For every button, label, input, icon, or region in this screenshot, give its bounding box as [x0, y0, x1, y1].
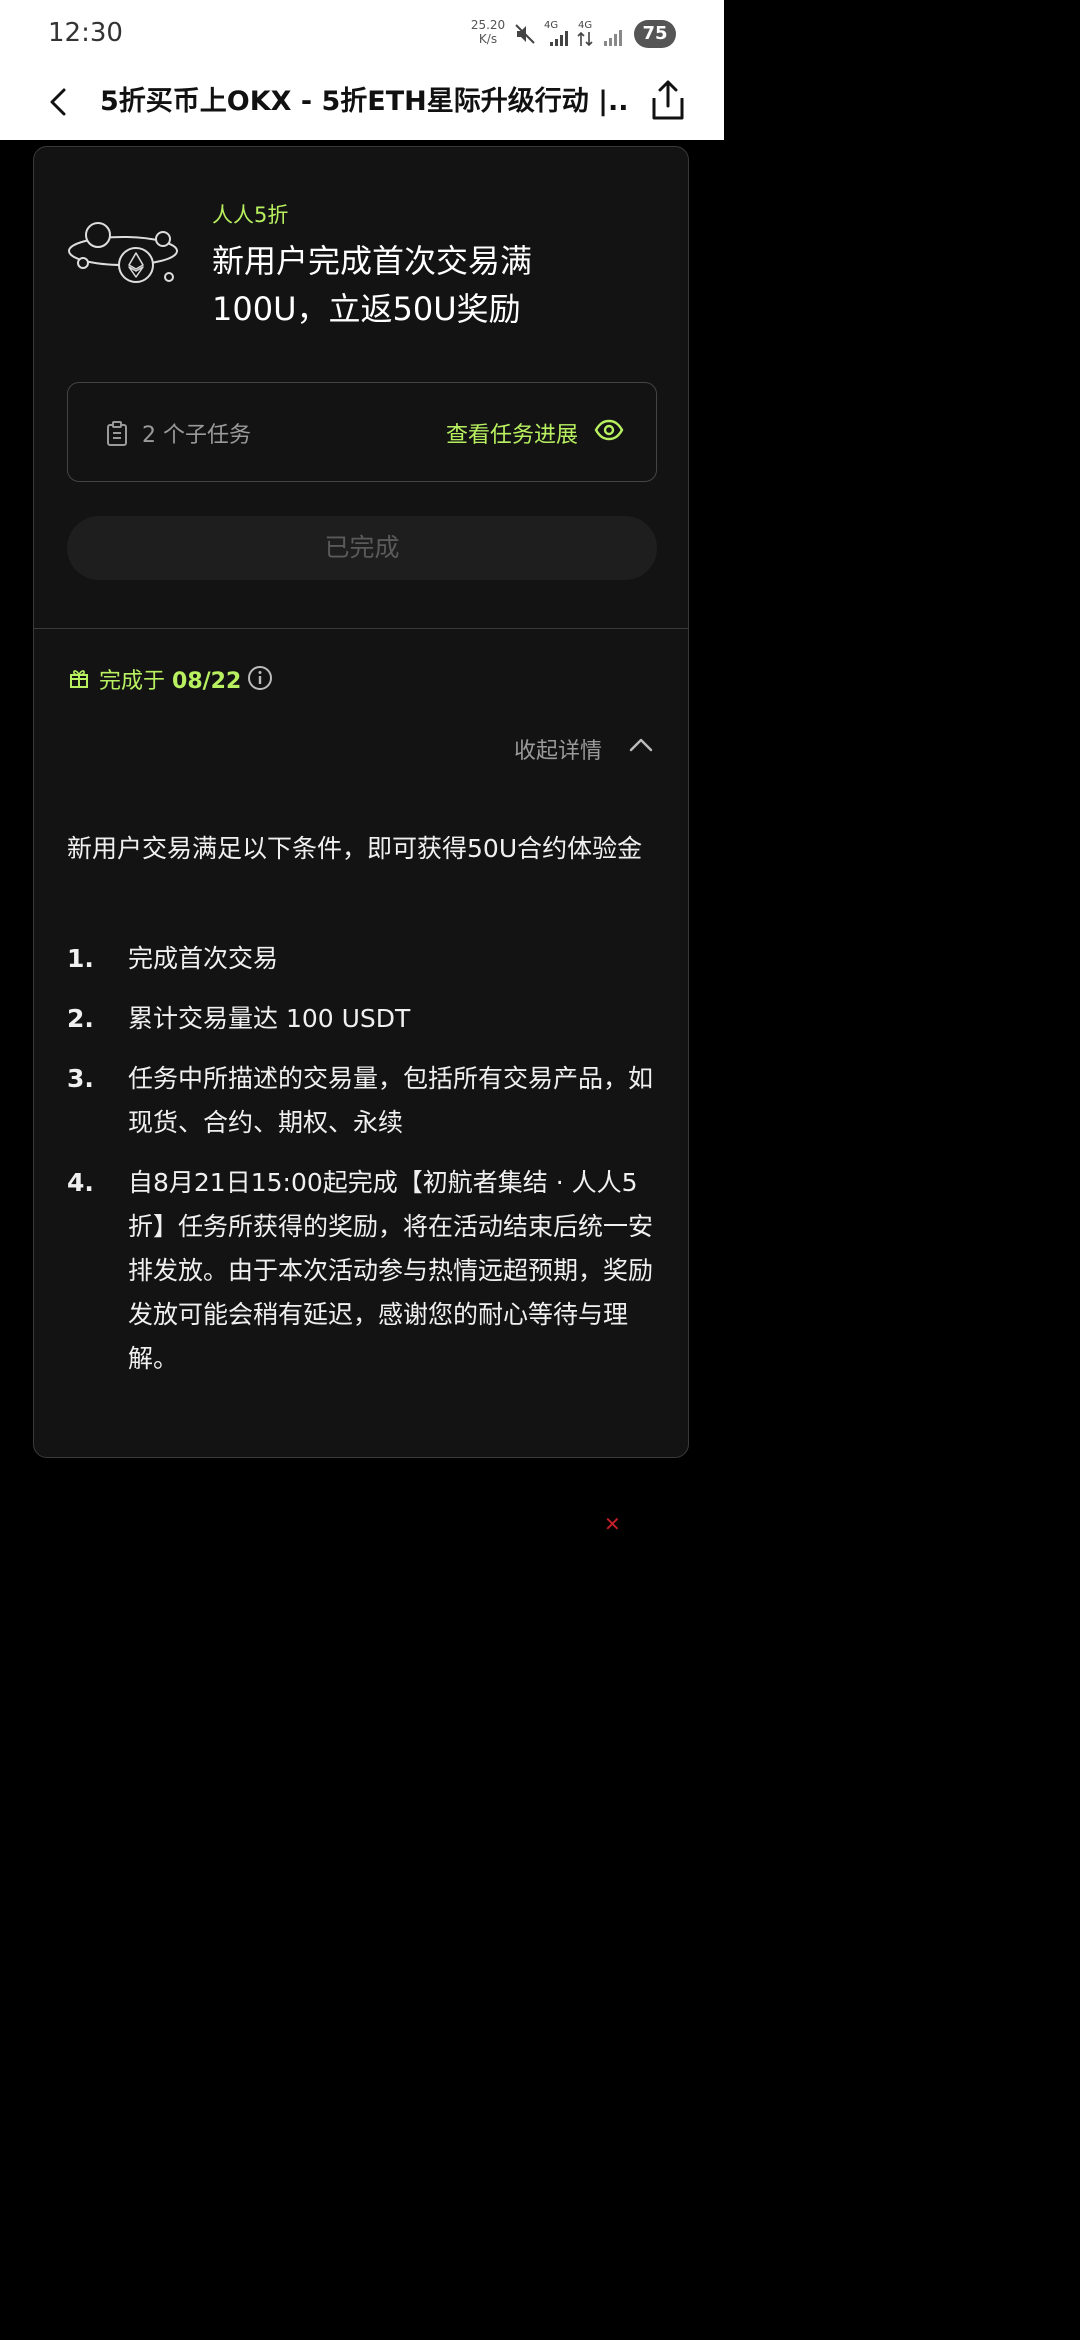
info-icon[interactable]: [247, 665, 273, 691]
list-item-number: 2.: [67, 1004, 94, 1033]
data-transfer-icon: [577, 31, 593, 47]
nav-bar: 5折买币上OKX - 5折ETH星际升级行动 |...: [0, 68, 724, 140]
watermark-mark-icon: ✕: [604, 1512, 621, 1536]
watermark-logo: ✕: [604, 1510, 694, 1540]
collapse-label: 收起详情: [514, 739, 603, 764]
net-speed: 25.20 K/s: [468, 18, 508, 46]
list-item-text: 自8月21日15:00起完成【初航者集结 · 人人5折】任务所获得的奖励，将在活…: [128, 1168, 654, 1373]
net-speed-unit: K/s: [478, 32, 498, 46]
promo-tag: 人人5折: [212, 203, 289, 227]
clipboard-icon: [107, 421, 127, 446]
gift-icon: [70, 670, 88, 688]
list-item-number: 3.: [67, 1064, 94, 1093]
completed-date: 08/22: [172, 669, 242, 694]
list-item: 3. 任务中所描述的交易量，包括所有交易产品，如现货、合约、期权、永续: [67, 1057, 657, 1145]
list-item-text: 任务中所描述的交易量，包括所有交易产品，如现货、合约、期权、永续: [128, 1064, 654, 1137]
list-item: 4. 自8月21日15:00起完成【初航者集结 · 人人5折】任务所获得的奖励，…: [67, 1161, 657, 1381]
status-bar: 12:30 25.20 K/s 4G 4G 75: [0, 0, 724, 68]
share-icon[interactable]: [648, 78, 688, 124]
completed-button[interactable]: 已完成: [67, 516, 657, 580]
completed-text: 完成于 08/22: [99, 663, 241, 695]
completed-prefix: 完成于: [99, 669, 166, 694]
orbit-eth-icon: [68, 222, 178, 283]
conditions-list: 1. 完成首次交易 2. 累计交易量达 100 USDT 3. 任务中所描述的交…: [67, 937, 657, 1397]
back-arrow-icon[interactable]: [44, 84, 76, 120]
details-intro: 新用户交易满足以下条件，即可获得50U合约体验金: [67, 834, 643, 863]
subtask-count: 2 个子任务: [142, 423, 251, 448]
chevron-up-icon: [629, 738, 653, 752]
task-headline: 新用户完成首次交易满100U，立返50U奖励: [212, 242, 533, 328]
battery-indicator: 75: [634, 20, 676, 48]
list-item-text: 累计交易量达 100 USDT: [128, 1004, 411, 1033]
list-item-number: 1.: [67, 944, 94, 973]
signal-icon-2: [604, 30, 622, 46]
status-time: 12:30: [48, 18, 123, 48]
net-speed-value: 25.20: [470, 18, 506, 32]
list-item-text: 完成首次交易: [128, 944, 279, 973]
signal-icon: [550, 31, 568, 46]
eye-icon[interactable]: [594, 419, 624, 441]
page-title: 5折买币上OKX - 5折ETH星际升级行动 |...: [100, 86, 630, 117]
list-item-number: 4.: [67, 1168, 94, 1197]
mute-icon: [515, 24, 535, 44]
collapse-details-button[interactable]: 收起详情: [514, 733, 653, 765]
subtask-panel[interactable]: 2 个子任务 查看任务进展: [67, 382, 657, 482]
divider: [34, 628, 688, 629]
list-item: 1. 完成首次交易: [67, 937, 657, 981]
view-progress-link[interactable]: 查看任务进展: [446, 417, 578, 449]
task-card: 人人5折 新用户完成首次交易满100U，立返50U奖励 2 个子任务 查看任务进…: [33, 146, 689, 1458]
list-item: 2. 累计交易量达 100 USDT: [67, 997, 657, 1041]
